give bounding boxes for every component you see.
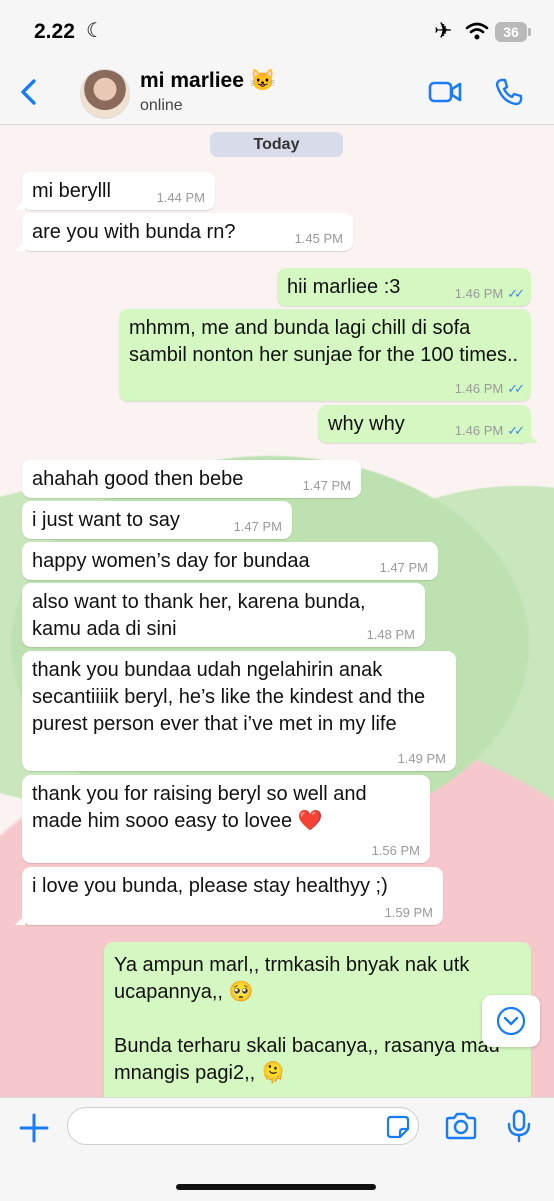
- message-time: 1.47 PM: [233, 519, 282, 534]
- incoming-message[interactable]: also want to thank her, karena bunda, ka…: [22, 583, 425, 647]
- scroll-down-icon: [496, 1006, 526, 1036]
- airplane-mode-icon: ✈: [434, 18, 453, 43]
- focus-moon-icon: ☾: [86, 20, 104, 42]
- contact-name[interactable]: mi marliee 😺: [140, 69, 276, 93]
- wifi-icon: [465, 22, 489, 40]
- message-text: thank you bundaa udah ngelahirin anak se…: [32, 659, 431, 735]
- message-time: 1.49 PM: [397, 751, 446, 766]
- contact-avatar[interactable]: [80, 69, 130, 119]
- chat-header: mi marliee 😺 online: [0, 62, 554, 125]
- voice-call-icon[interactable]: [494, 77, 524, 107]
- message-text: also want to thank her, karena bunda, ka…: [32, 591, 372, 640]
- incoming-message[interactable]: mi berylll 1.44 PM: [15, 172, 215, 210]
- message-time: 1.45 PM: [294, 231, 343, 246]
- message-text: thank you for raising beryl so well and …: [32, 783, 373, 832]
- message-time: 1.46 PM ✓✓: [454, 423, 525, 438]
- message-composer: [0, 1097, 554, 1201]
- outgoing-message[interactable]: Ya ampun marl,, trmkasih bnyak nak utk u…: [104, 942, 531, 1097]
- plus-icon[interactable]: [18, 1112, 50, 1144]
- incoming-message[interactable]: happy women’s day for bundaa 1.47 PM: [22, 542, 438, 580]
- back-chevron-icon[interactable]: [14, 76, 46, 108]
- message-text: mhmm, me and bunda lagi chill di sofa sa…: [129, 317, 519, 366]
- incoming-message[interactable]: ahahah good then bebe 1.47 PM: [22, 460, 361, 498]
- read-receipt-icon: ✓✓: [507, 286, 525, 301]
- message-time: 1.47 PM: [302, 478, 351, 493]
- message-input-wrapper: [67, 1107, 419, 1145]
- date-separator: Today: [210, 132, 343, 157]
- message-text: Ya ampun marl,, trmkasih bnyak nak utk u…: [114, 954, 500, 1084]
- message-time: 1.56 PM: [371, 843, 420, 858]
- battery-level: 36: [495, 22, 531, 42]
- message-list[interactable]: Today mi berylll 1.44 PM are you with bu…: [0, 125, 554, 1097]
- read-receipt-icon: ✓✓: [507, 423, 525, 438]
- outgoing-message[interactable]: why why 1.46 PM ✓✓: [318, 405, 538, 443]
- message-time: 1.48 PM: [366, 627, 415, 642]
- read-receipt-icon: ✓✓: [507, 381, 525, 396]
- sticker-icon[interactable]: [386, 1115, 410, 1139]
- camera-icon[interactable]: [444, 1111, 478, 1141]
- message-time: 1.46 PM ✓✓: [454, 286, 525, 301]
- incoming-message[interactable]: thank you bundaa udah ngelahirin anak se…: [22, 651, 456, 771]
- status-bar: 2.22 ☾ ✈ 36: [0, 0, 554, 62]
- outgoing-message[interactable]: mhmm, me and bunda lagi chill di sofa sa…: [119, 309, 531, 401]
- message-time: 1.44 PM: [156, 190, 205, 205]
- incoming-message[interactable]: thank you for raising beryl so well and …: [22, 775, 430, 863]
- message-input[interactable]: [82, 1114, 386, 1140]
- message-text: i love you bunda, please stay healthyy ;…: [32, 875, 388, 897]
- incoming-message[interactable]: are you with bunda rn? 1.45 PM: [15, 213, 353, 251]
- outgoing-message[interactable]: hii marliee :3 1.46 PM ✓✓: [277, 268, 531, 306]
- incoming-message[interactable]: i love you bunda, please stay healthyy ;…: [15, 867, 443, 925]
- microphone-icon[interactable]: [506, 1109, 532, 1143]
- message-text: happy women’s day for bundaa: [32, 550, 310, 572]
- video-call-icon[interactable]: [428, 78, 462, 106]
- incoming-message[interactable]: i just want to say 1.47 PM: [22, 501, 292, 539]
- message-time: 1.59 PM: [384, 905, 433, 920]
- scroll-to-bottom-button[interactable]: [482, 995, 540, 1047]
- message-time: 1.46 PM ✓✓: [454, 381, 525, 396]
- status-time: 2.22: [34, 20, 75, 43]
- home-indicator: [176, 1184, 376, 1190]
- message-time: 1.47 PM: [379, 560, 428, 575]
- contact-presence: online: [140, 97, 183, 114]
